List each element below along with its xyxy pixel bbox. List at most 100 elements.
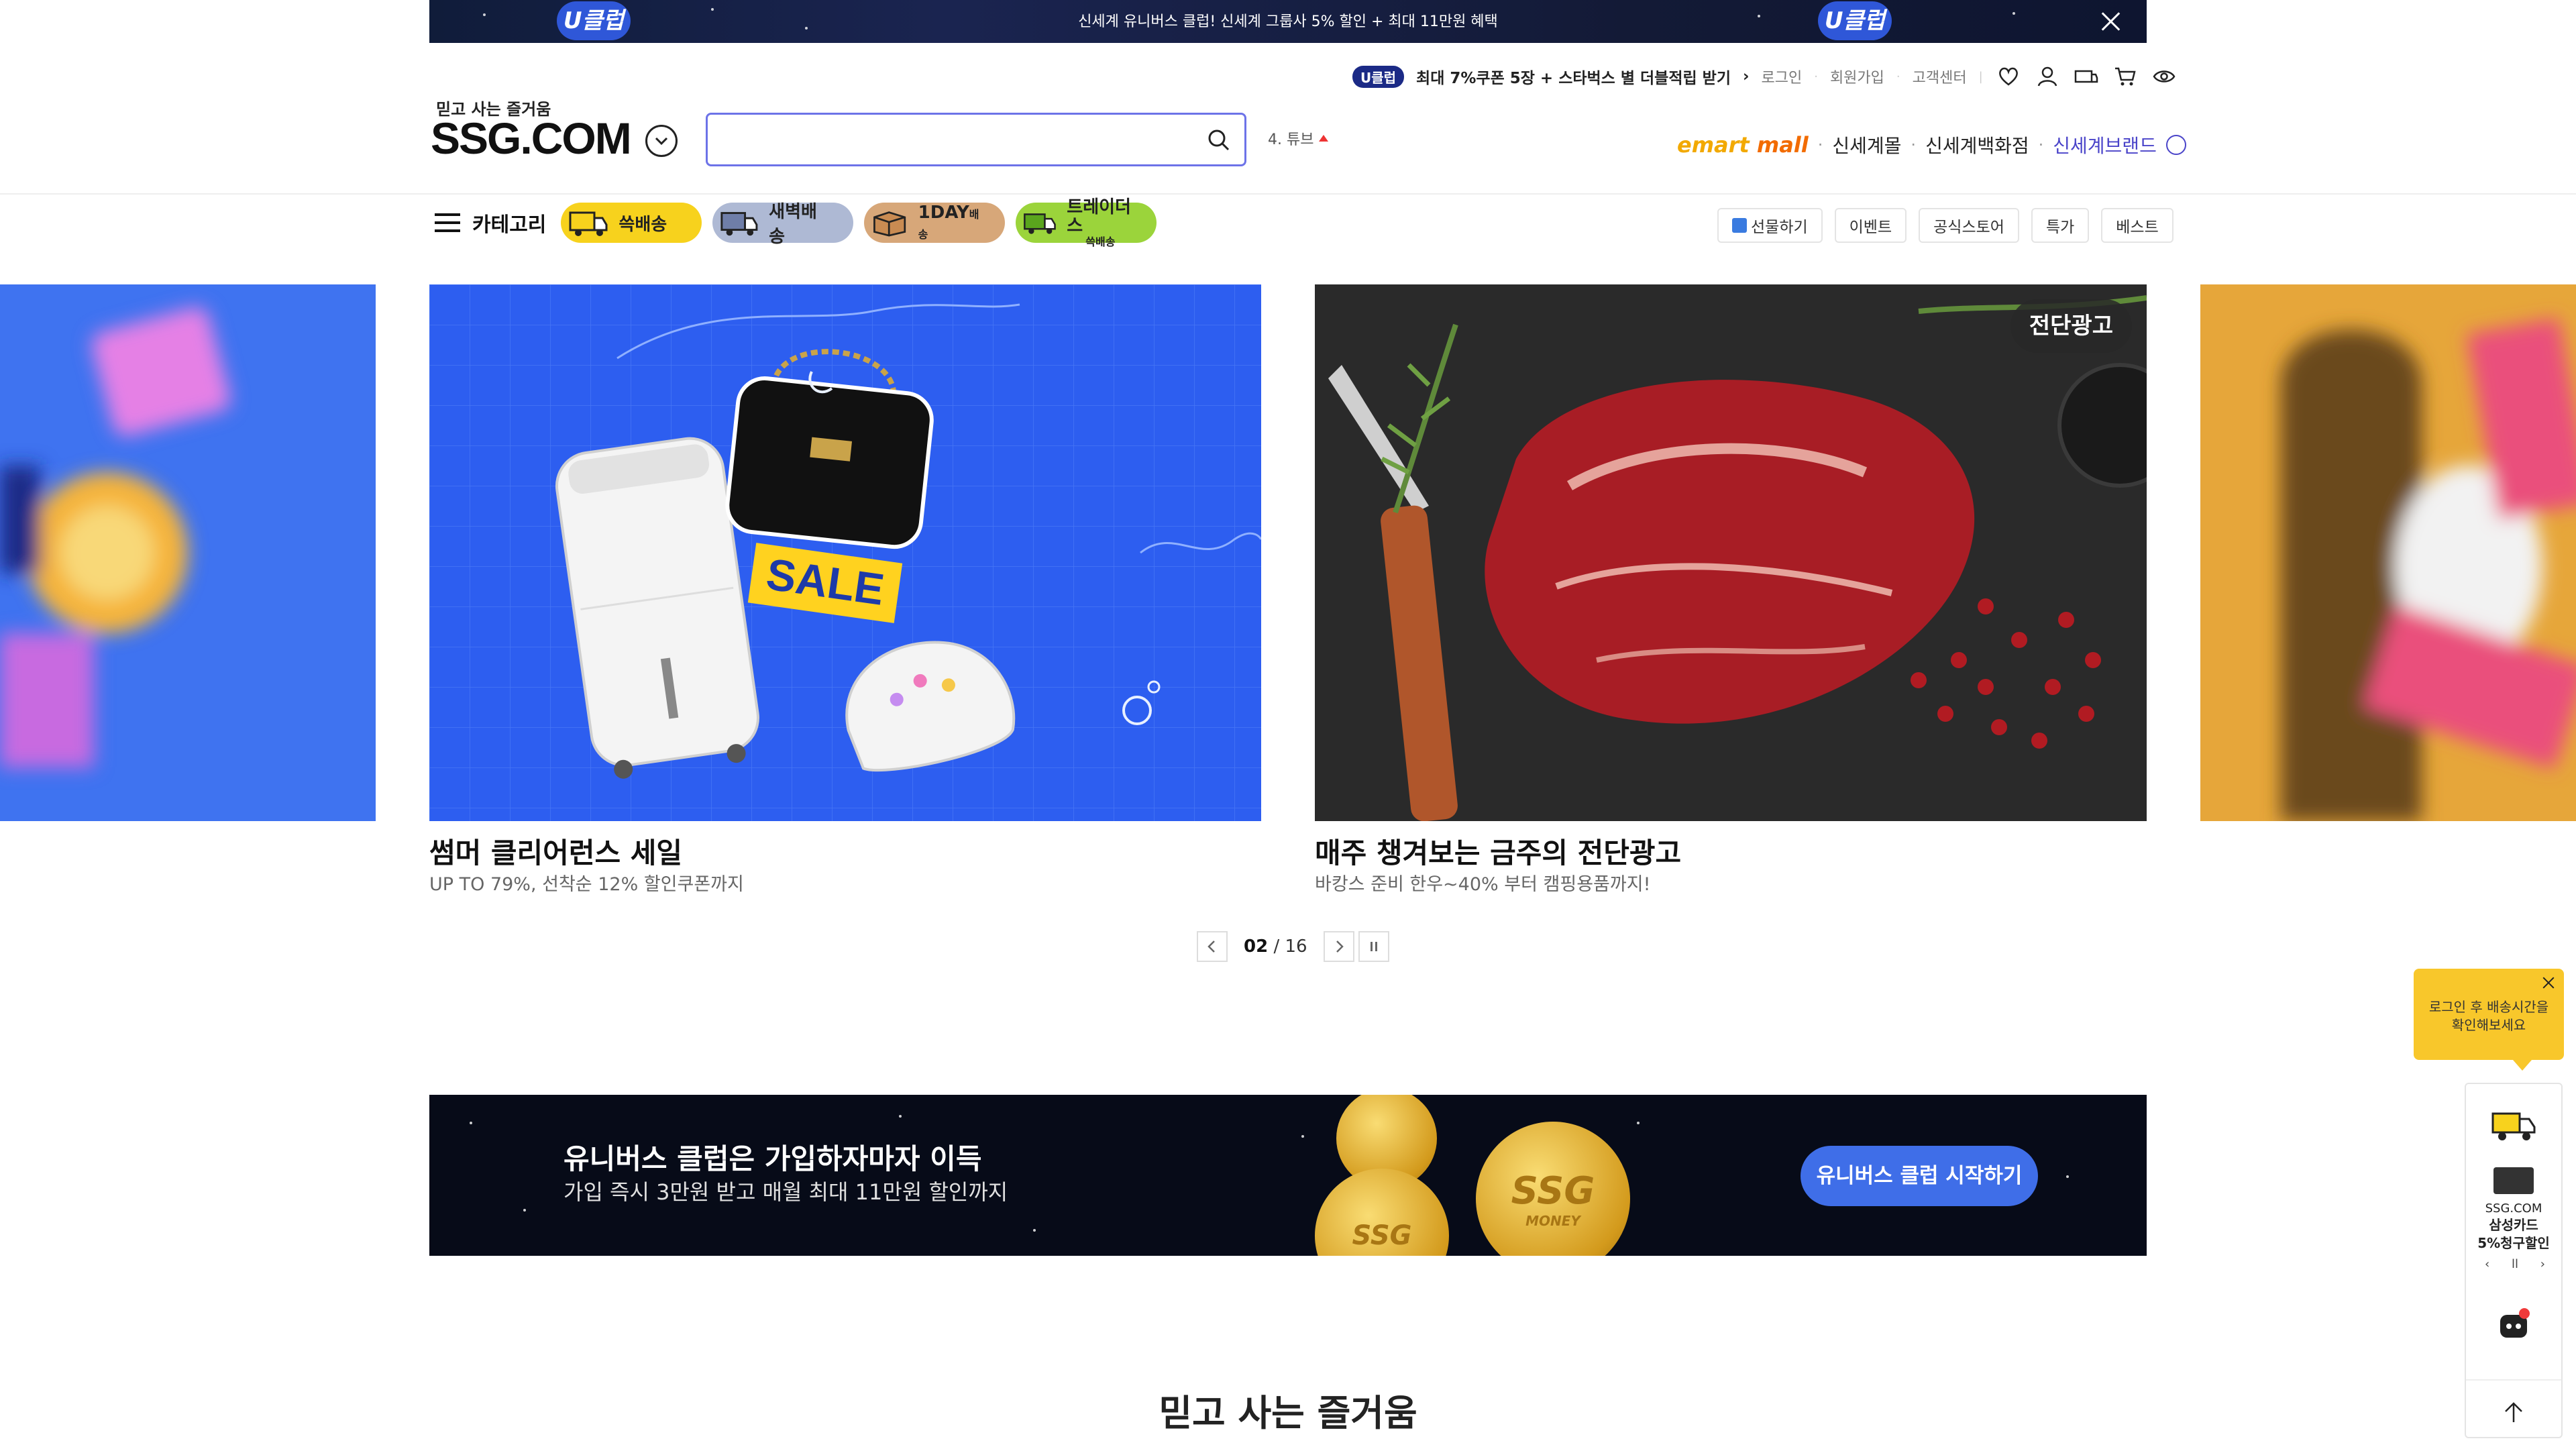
universe-title: 유니버스 클럽은 가입하자마자 이득 bbox=[564, 1142, 982, 1175]
slide-subtitle-summer-sale: UP TO 79%, 선착순 12% 할인쿠폰까지 bbox=[429, 874, 744, 895]
blurred-gift-illustration bbox=[0, 307, 231, 767]
shinsegae-dept-link[interactable]: 신세계백화점 bbox=[1925, 131, 2029, 158]
page: U클럽 U클럽 신세계 유니버스 클럽! 신세계 그룹사 5% 할인 + 최대 … bbox=[0, 0, 2576, 1449]
arrow-up-icon bbox=[2505, 1402, 2522, 1422]
traders-delivery-pill[interactable]: 트레이더스 쓱배송 bbox=[1016, 197, 1157, 248]
one-day-label: 1DAY bbox=[918, 203, 969, 223]
card-promo-image[interactable] bbox=[2466, 1167, 2561, 1194]
separator: · bbox=[2038, 136, 2044, 154]
emart-label: emart bbox=[1677, 132, 1750, 158]
special-deal-chip[interactable]: 특가 bbox=[2031, 208, 2090, 243]
carousel-prev-button[interactable] bbox=[1197, 931, 1228, 962]
pause-icon[interactable]: ll bbox=[2512, 1257, 2518, 1271]
slide-title-weekly-flyer[interactable]: 매주 챙겨보는 금주의 전단광고 bbox=[1315, 830, 1681, 871]
slide-title-summer-sale[interactable]: 썸머 클리어런스 세일 bbox=[429, 830, 682, 871]
search-input[interactable] bbox=[721, 123, 1191, 156]
separator: · bbox=[1817, 136, 1823, 154]
universe-subtitle: 가입 즉시 3만원 받고 매월 최대 11만원 할인까지 bbox=[564, 1179, 1008, 1205]
shinsegae-mall-link[interactable]: 신세계몰 bbox=[1832, 131, 1901, 158]
ssg-logo[interactable]: SSG.COM bbox=[431, 113, 632, 164]
card-promo-text[interactable]: SSG.COM 삼성카드 5%청구할인 bbox=[2466, 1201, 2561, 1252]
box-icon bbox=[873, 211, 906, 237]
emart-mall-link[interactable]: emart mall bbox=[1677, 132, 1809, 158]
top-promo-close-icon[interactable] bbox=[2097, 8, 2124, 35]
ssg-delivery-pill[interactable]: 쓱배송 bbox=[561, 203, 702, 243]
delivery-time-tooltip: 로그인 후 배송시간을 확인해보세요 bbox=[2414, 969, 2564, 1071]
category-menu-button[interactable]: 카테고리 bbox=[435, 208, 546, 237]
top-promo-banner[interactable]: U클럽 U클럽 신세계 유니버스 클럽! 신세계 그룹사 5% 할인 + 최대 … bbox=[429, 0, 2147, 43]
shinsegae-brand-link[interactable]: 신세계브랜드 bbox=[2053, 131, 2157, 158]
chevron-right-icon bbox=[1336, 941, 1344, 953]
chatbot-icon bbox=[2500, 1308, 2530, 1338]
dawn-delivery-pill[interactable]: 새벽배송 bbox=[712, 202, 854, 247]
truck-icon bbox=[569, 211, 608, 236]
tooltip-close-icon[interactable] bbox=[2540, 974, 2557, 991]
universe-start-button[interactable]: 유니버스 클럽 시작하기 bbox=[1801, 1146, 2038, 1206]
emart-mall-label: mall bbox=[1756, 132, 1809, 158]
user-icon[interactable] bbox=[2034, 63, 2061, 90]
universe-club-banner[interactable]: SSG SSG MONEY 유니버스 클럽은 가입하자마자 이득 가입 즉시 3만… bbox=[429, 1095, 2147, 1256]
scroll-top-button[interactable] bbox=[2466, 1379, 2561, 1425]
carousel-slide-next[interactable] bbox=[2200, 284, 2576, 821]
top-promo-text[interactable]: 신세계 유니버스 클럽! 신세계 그룹사 5% 할인 + 최대 11만원 혜택 bbox=[429, 9, 2147, 31]
recent-view-icon[interactable] bbox=[2151, 63, 2178, 90]
carousel-counter: 02 / 16 bbox=[1244, 936, 1307, 957]
summer-sale-artwork: SALE bbox=[429, 284, 1261, 821]
slide-subtitle-weekly-flyer: 바캉스 준비 한우~40% 부터 캠핑용품까지! bbox=[1315, 874, 1651, 895]
separator: | bbox=[1978, 69, 1983, 84]
pause-icon bbox=[1370, 942, 1377, 951]
delivery-time-button[interactable] bbox=[2466, 1108, 2561, 1143]
search-box[interactable] bbox=[706, 113, 1246, 166]
ssg-money-coin-icon: SSG MONEY bbox=[1476, 1122, 1630, 1256]
separator: · bbox=[1911, 136, 1917, 154]
carousel-pause-button[interactable] bbox=[1358, 931, 1389, 962]
chatbot-button[interactable] bbox=[2466, 1305, 2561, 1343]
cart-icon[interactable] bbox=[2112, 63, 2139, 90]
chevron-left-icon[interactable]: ‹ bbox=[2485, 1257, 2489, 1271]
one-day-delivery-label: 1DAY배송 bbox=[918, 203, 983, 243]
ssg-delivery-label: 쓱배송 bbox=[619, 214, 667, 235]
carousel-slide-prev[interactable] bbox=[0, 284, 376, 821]
chevron-left-icon bbox=[1208, 941, 1215, 953]
credit-card-icon bbox=[2493, 1167, 2534, 1194]
delivery-icon[interactable] bbox=[2073, 63, 2100, 90]
truck-icon bbox=[2491, 1112, 2536, 1140]
category-menu-label: 카테고리 bbox=[472, 213, 547, 237]
gift-icon bbox=[1732, 218, 1747, 233]
chevron-right-icon[interactable]: › bbox=[2540, 1257, 2545, 1271]
support-link[interactable]: 고객센터 bbox=[1913, 66, 1967, 87]
separator: · bbox=[1814, 69, 1818, 84]
dawn-delivery-label: 새벽배송 bbox=[769, 202, 817, 247]
uclub-pill: U클럽 bbox=[1352, 65, 1405, 88]
one-day-delivery-pill[interactable]: 1DAY배송 bbox=[864, 203, 1006, 243]
best-chip[interactable]: 베스트 bbox=[2101, 208, 2174, 243]
search-icon[interactable] bbox=[1205, 127, 1232, 154]
carousel-slide-weekly-flyer[interactable]: 전단광고 bbox=[1315, 284, 2147, 821]
tooltip-text: 로그인 후 배송시간을 확인해보세요 bbox=[2428, 999, 2549, 1033]
login-link[interactable]: 로그인 bbox=[1761, 66, 1802, 87]
official-store-chip[interactable]: 공식스토어 bbox=[1919, 208, 2019, 243]
header-divider bbox=[0, 193, 2576, 195]
event-chip[interactable]: 이벤트 bbox=[1834, 208, 1907, 243]
gift-chip[interactable]: 선물하기 bbox=[1717, 208, 1823, 243]
heart-icon[interactable] bbox=[1995, 63, 2022, 90]
section-title: 믿고 사는 즐거움 bbox=[1159, 1392, 1417, 1434]
trending-keyword-text[interactable]: 4. 튜브 bbox=[1268, 127, 1313, 149]
steak-artwork bbox=[1315, 284, 2147, 821]
category-row: 카테고리 쓱배송 새벽배송 1DAY배송 트레이더스 쓱배송 bbox=[435, 197, 1157, 248]
hamburger-icon bbox=[435, 213, 460, 232]
carousel-pager: 02 / 16 bbox=[1197, 931, 1389, 962]
signup-link[interactable]: 회원가입 bbox=[1830, 66, 1884, 87]
logo-dropdown-chevron-icon[interactable] bbox=[645, 125, 678, 157]
trending-keyword[interactable]: 4. 튜브 bbox=[1268, 127, 1329, 149]
carousel-next-button[interactable] bbox=[1323, 931, 1354, 962]
truck-icon bbox=[720, 212, 758, 236]
brand-dropdown-chevron-icon[interactable] bbox=[2165, 135, 2186, 155]
card-promo-controls: ‹ ll › bbox=[2485, 1257, 2545, 1271]
carousel-slide-summer-sale[interactable]: SALE bbox=[429, 284, 1261, 821]
uclub-promo-link[interactable]: 최대 7%쿠폰 5장 + 스타벅스 별 더블적립 받기 bbox=[1416, 65, 1731, 88]
traders-label: 트레이더스 bbox=[1067, 197, 1131, 237]
carousel-total: 16 bbox=[1285, 936, 1307, 957]
floating-side-panel: SSG.COM 삼성카드 5%청구할인 ‹ ll › bbox=[2465, 1083, 2563, 1438]
top-promo-bar: U클럽 U클럽 신세계 유니버스 클럽! 신세계 그룹사 5% 할인 + 최대 … bbox=[0, 0, 2576, 43]
